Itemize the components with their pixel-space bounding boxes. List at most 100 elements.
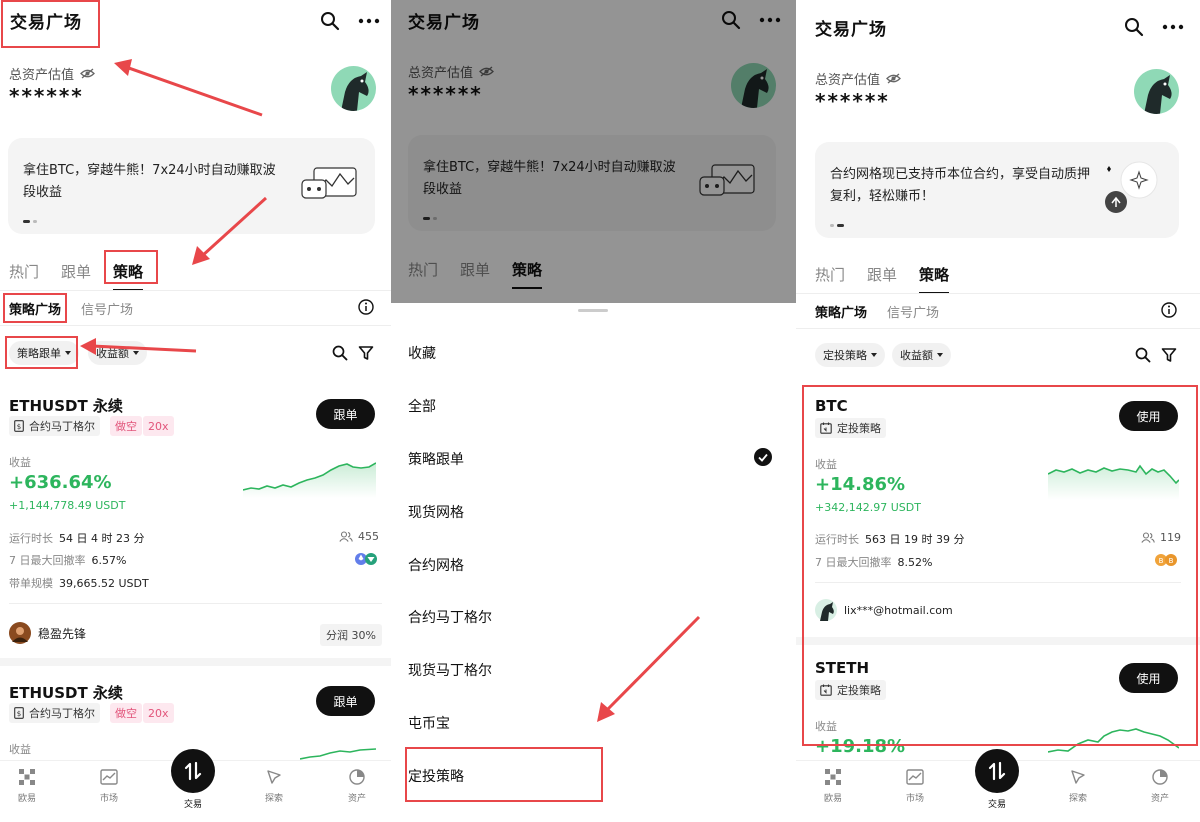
screenshot-stage: 交易广场 总资产估值 ****** 拿住BTC，穿越牛熊！7x24小时自动赚取波… — [0, 0, 1200, 822]
market-chart-icon — [100, 769, 118, 785]
leverage-tag: 20x — [143, 703, 174, 723]
runtime-row: 运行时长 54 日 4 时 23 分 — [9, 530, 144, 546]
nav-trade-label: 交易 — [183, 800, 202, 810]
profit-sparkline — [300, 748, 376, 760]
more-icon[interactable] — [1162, 24, 1184, 30]
nav-market[interactable]: 市场 — [79, 769, 139, 804]
panel-strategy-filter-sheet: 交易广场 总资产估值 ****** 拿住BTC，穿越牛熊！7x24小时自动赚取波… — [391, 0, 796, 822]
search-icon[interactable] — [1124, 17, 1144, 37]
nav-trade-label: 交易 — [987, 800, 1006, 810]
strategy-type-tag: $ 合约马丁格尔 — [9, 416, 100, 436]
sparkle-icon — [1105, 161, 1158, 213]
nav-label: 探索 — [1068, 794, 1087, 804]
okx-icon — [825, 769, 841, 785]
avatar[interactable] — [1134, 69, 1179, 114]
tab-strategy[interactable]: 策略 — [919, 264, 950, 294]
contract-icon: $ — [14, 420, 24, 432]
followers-count: 455 — [358, 530, 379, 543]
divider — [796, 293, 1200, 294]
nav-trade-button[interactable] — [171, 749, 215, 793]
swap-arrows-icon — [184, 761, 202, 781]
nav-label: 资产 — [347, 794, 366, 804]
sub-tabs: 策略广场 信号广场 — [815, 302, 939, 321]
side-tag: 做空 — [110, 416, 142, 436]
caret-down-icon — [937, 353, 943, 357]
est-label-row: 总资产估值 — [815, 69, 901, 88]
coin-icons — [355, 553, 377, 565]
nav-label: 市场 — [905, 794, 924, 804]
eye-hidden-icon[interactable] — [886, 73, 901, 84]
copy-button[interactable]: 跟单 — [316, 686, 375, 716]
subtab-signal-plaza[interactable]: 信号广场 — [887, 302, 939, 321]
filter-label: 定投策略 — [823, 349, 867, 362]
okx-icon — [19, 769, 35, 785]
main-tabs: 热门 跟单 策略 — [815, 264, 950, 294]
bottom-nav: 欧易 市场 交易 探索 资产 — [796, 749, 1200, 822]
divider — [796, 328, 1200, 329]
contract-icon: $ — [14, 707, 24, 719]
scale-label: 带单规模 — [9, 577, 53, 590]
leverage-tag: 20x — [143, 416, 174, 436]
nav-label: 市场 — [99, 794, 118, 804]
profit-amount: +1,144,778.49 USDT — [9, 499, 126, 512]
drawdown-value: 6.57% — [91, 554, 127, 567]
nav-market[interactable]: 市场 — [885, 769, 945, 804]
nav-trade-button[interactable] — [975, 749, 1019, 793]
pie-chart-icon — [349, 769, 365, 785]
compass-icon — [1071, 770, 1085, 784]
owner-name: 稳盈先锋 — [38, 626, 87, 641]
info-icon[interactable] — [1161, 302, 1177, 318]
drawdown-row: 7 日最大回撤率 6.57% — [9, 552, 126, 568]
side-tag: 做空 — [110, 703, 142, 723]
caret-down-icon — [871, 353, 877, 357]
tag-text: 合约马丁格尔 — [29, 420, 95, 433]
profit-label: 收益 — [9, 456, 31, 469]
nav-label: 资产 — [1150, 794, 1169, 804]
filter-sort[interactable]: 收益额 — [892, 343, 951, 367]
search-icon[interactable] — [1135, 347, 1151, 363]
profit-sparkline — [243, 462, 376, 498]
nav-okx[interactable]: 欧易 — [0, 769, 57, 804]
nav-explore[interactable]: 探索 — [1048, 769, 1108, 804]
users-icon — [339, 531, 353, 542]
tab-hot[interactable]: 热门 — [815, 264, 845, 285]
compass-icon — [267, 770, 281, 784]
nav-label: 欧易 — [823, 794, 842, 804]
owner-avatar — [9, 622, 31, 644]
nav-label: 探索 — [264, 794, 283, 804]
profit-percent: +636.64% — [9, 472, 112, 493]
runtime-value: 54 日 4 时 23 分 — [59, 532, 145, 545]
tag-text: 合约马丁格尔 — [29, 707, 95, 720]
promo-banner[interactable]: 合约网格现已支持币本位合约，享受自动质押复利，轻松赚币！ — [815, 142, 1179, 238]
drawdown-label: 7 日最大回撤率 — [9, 554, 86, 567]
highlight-strategy-cards — [802, 385, 1198, 746]
strategy-owner[interactable]: 稳盈先锋 — [9, 622, 86, 644]
scale-value: 39,665.52 USDT — [59, 577, 149, 590]
total-asset-value: ****** — [815, 89, 890, 113]
swap-arrows-icon — [988, 761, 1006, 781]
tab-copy[interactable]: 跟单 — [867, 264, 897, 285]
carousel-dots — [830, 224, 844, 227]
card-separator — [0, 658, 391, 666]
divider — [9, 603, 382, 604]
copy-button[interactable]: 跟单 — [316, 399, 375, 429]
svg-text:$: $ — [17, 710, 21, 718]
nav-assets[interactable]: 资产 — [327, 769, 387, 804]
subtab-strategy-plaza[interactable]: 策略广场 — [815, 302, 867, 321]
page-title: 交易广场 — [815, 20, 887, 40]
filter-strategy-type[interactable]: 定投策略 — [815, 343, 885, 367]
nav-explore[interactable]: 探索 — [244, 769, 304, 804]
annotation-arrow — [597, 615, 701, 722]
nav-assets[interactable]: 资产 — [1130, 769, 1190, 804]
followers: 455 — [339, 530, 379, 543]
nav-okx[interactable]: 欧易 — [803, 769, 863, 804]
filter-icon[interactable] — [1161, 347, 1177, 363]
total-asset-label: 总资产估值 — [815, 73, 881, 88]
filter-label: 收益额 — [900, 349, 933, 362]
profit-label: 收益 — [9, 743, 31, 756]
strategy-type-tag: $ 合约马丁格尔 — [9, 703, 100, 723]
pie-chart-icon — [1152, 769, 1168, 785]
scale-row: 带单规模 39,665.52 USDT — [9, 575, 149, 591]
annotation-arrows — [80, 59, 268, 355]
market-chart-icon — [906, 769, 924, 785]
